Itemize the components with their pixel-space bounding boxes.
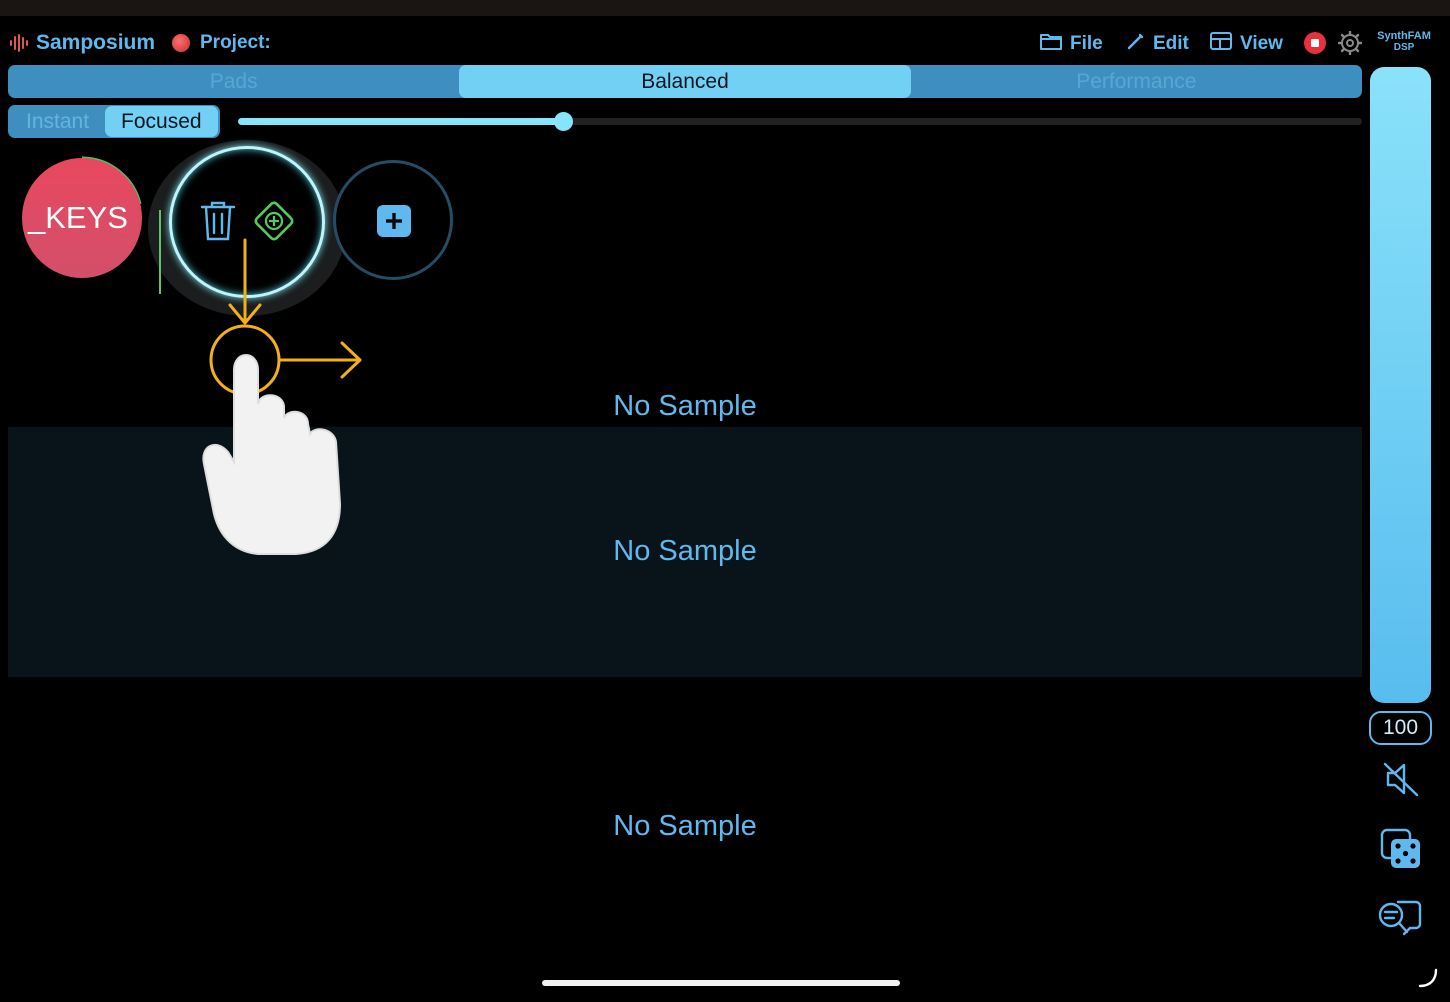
tab-balanced[interactable]: Balanced	[459, 65, 911, 98]
project-label[interactable]: Project:	[200, 32, 271, 54]
gear-icon[interactable]	[1337, 30, 1363, 60]
tab-performance[interactable]: Performance	[911, 65, 1362, 98]
track-1-empty-label: No Sample	[613, 390, 757, 422]
slider-fill	[238, 118, 564, 125]
view-menu-label: View	[1240, 33, 1283, 54]
resize-corner-icon	[1418, 968, 1438, 988]
zoom-slider[interactable]	[238, 112, 1362, 131]
folder-icon	[1039, 31, 1063, 57]
track-3-empty-label: No Sample	[613, 810, 757, 842]
focus-segmented-control: Instant Focused	[8, 105, 220, 138]
tab-instant[interactable]: Instant	[10, 105, 105, 138]
hand-pointer-icon	[202, 354, 342, 555]
home-indicator	[542, 980, 900, 986]
brand-name: SynthFAM	[1377, 30, 1431, 42]
master-volume-slider[interactable]	[1370, 67, 1431, 703]
layout-icon	[1209, 31, 1233, 57]
view-menu[interactable]: View	[1209, 31, 1283, 57]
pad-keys-label: _KEYS	[28, 200, 128, 235]
app-header: Samposium Project: File Edit View SynthF…	[0, 22, 1450, 62]
pencil-icon	[1126, 31, 1146, 57]
waveform-icon	[9, 34, 29, 57]
pad-keys[interactable]: _KEYS	[22, 158, 142, 278]
record-indicator-icon[interactable]	[172, 34, 190, 52]
track-2-empty-label: No Sample	[613, 535, 757, 567]
plus-icon	[377, 205, 411, 237]
edit-menu[interactable]: Edit	[1126, 31, 1189, 57]
stop-button[interactable]	[1304, 32, 1326, 54]
brand-logo: SynthFAM DSP	[1372, 30, 1436, 54]
slider-knob[interactable]	[553, 112, 573, 131]
file-menu-label: File	[1070, 33, 1103, 54]
mute-icon[interactable]	[1382, 761, 1420, 802]
mode-segmented-control: Pads Balanced Performance	[8, 65, 1362, 98]
status-strip	[0, 0, 1450, 16]
search-chat-icon[interactable]	[1374, 898, 1424, 945]
brand-subtitle: DSP	[1393, 42, 1415, 53]
tab-focused[interactable]: Focused	[105, 106, 218, 137]
insert-cursor	[159, 210, 161, 294]
dice-icon[interactable]	[1380, 828, 1422, 875]
app-title: Samposium	[36, 31, 156, 54]
tab-pads[interactable]: Pads	[8, 65, 459, 98]
file-menu[interactable]: File	[1039, 31, 1103, 57]
volume-value[interactable]: 100	[1369, 711, 1432, 745]
edit-menu-label: Edit	[1153, 33, 1189, 54]
